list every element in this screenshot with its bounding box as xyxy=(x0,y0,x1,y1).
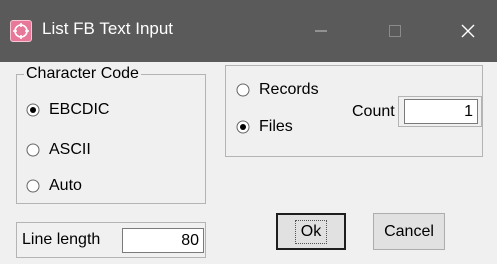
radio-label: EBCDIC xyxy=(49,101,110,118)
maximize-icon xyxy=(389,25,401,37)
radio-ebcdic[interactable]: EBCDIC xyxy=(26,101,109,119)
radio-records[interactable]: Records xyxy=(236,81,319,99)
radio-label: Records xyxy=(259,81,319,98)
character-code-label: Character Code xyxy=(24,65,141,83)
window-title: List FB Text Input xyxy=(42,19,174,38)
count-label: Count xyxy=(352,103,395,120)
minimize-icon xyxy=(315,30,327,32)
cancel-button[interactable]: Cancel xyxy=(373,213,445,250)
radio-label: Auto xyxy=(49,177,82,194)
minimize-button[interactable] xyxy=(298,0,344,62)
radio-icon xyxy=(26,143,40,157)
cancel-button-label: Cancel xyxy=(384,222,434,240)
ok-button[interactable]: Ok xyxy=(276,213,346,250)
radio-files[interactable]: Files xyxy=(236,118,293,136)
radio-ascii[interactable]: ASCII xyxy=(26,141,91,159)
ok-button-label: Ok xyxy=(294,219,328,244)
radio-label: ASCII xyxy=(49,141,91,158)
count-input[interactable]: 1 xyxy=(404,99,478,124)
line-length-label: Line length xyxy=(22,231,101,248)
maximize-button[interactable] xyxy=(372,0,418,62)
close-button[interactable] xyxy=(445,0,491,62)
line-length-input[interactable]: 80 xyxy=(122,228,204,253)
radio-label: Files xyxy=(259,118,293,135)
radio-selected-icon xyxy=(26,103,40,117)
radio-selected-icon xyxy=(236,120,250,134)
title-bar[interactable]: List FB Text Input xyxy=(0,0,497,62)
radio-auto[interactable]: Auto xyxy=(26,177,82,195)
close-icon xyxy=(461,24,475,38)
app-icon xyxy=(10,20,32,42)
radio-icon xyxy=(236,83,250,97)
radio-icon xyxy=(26,179,40,193)
